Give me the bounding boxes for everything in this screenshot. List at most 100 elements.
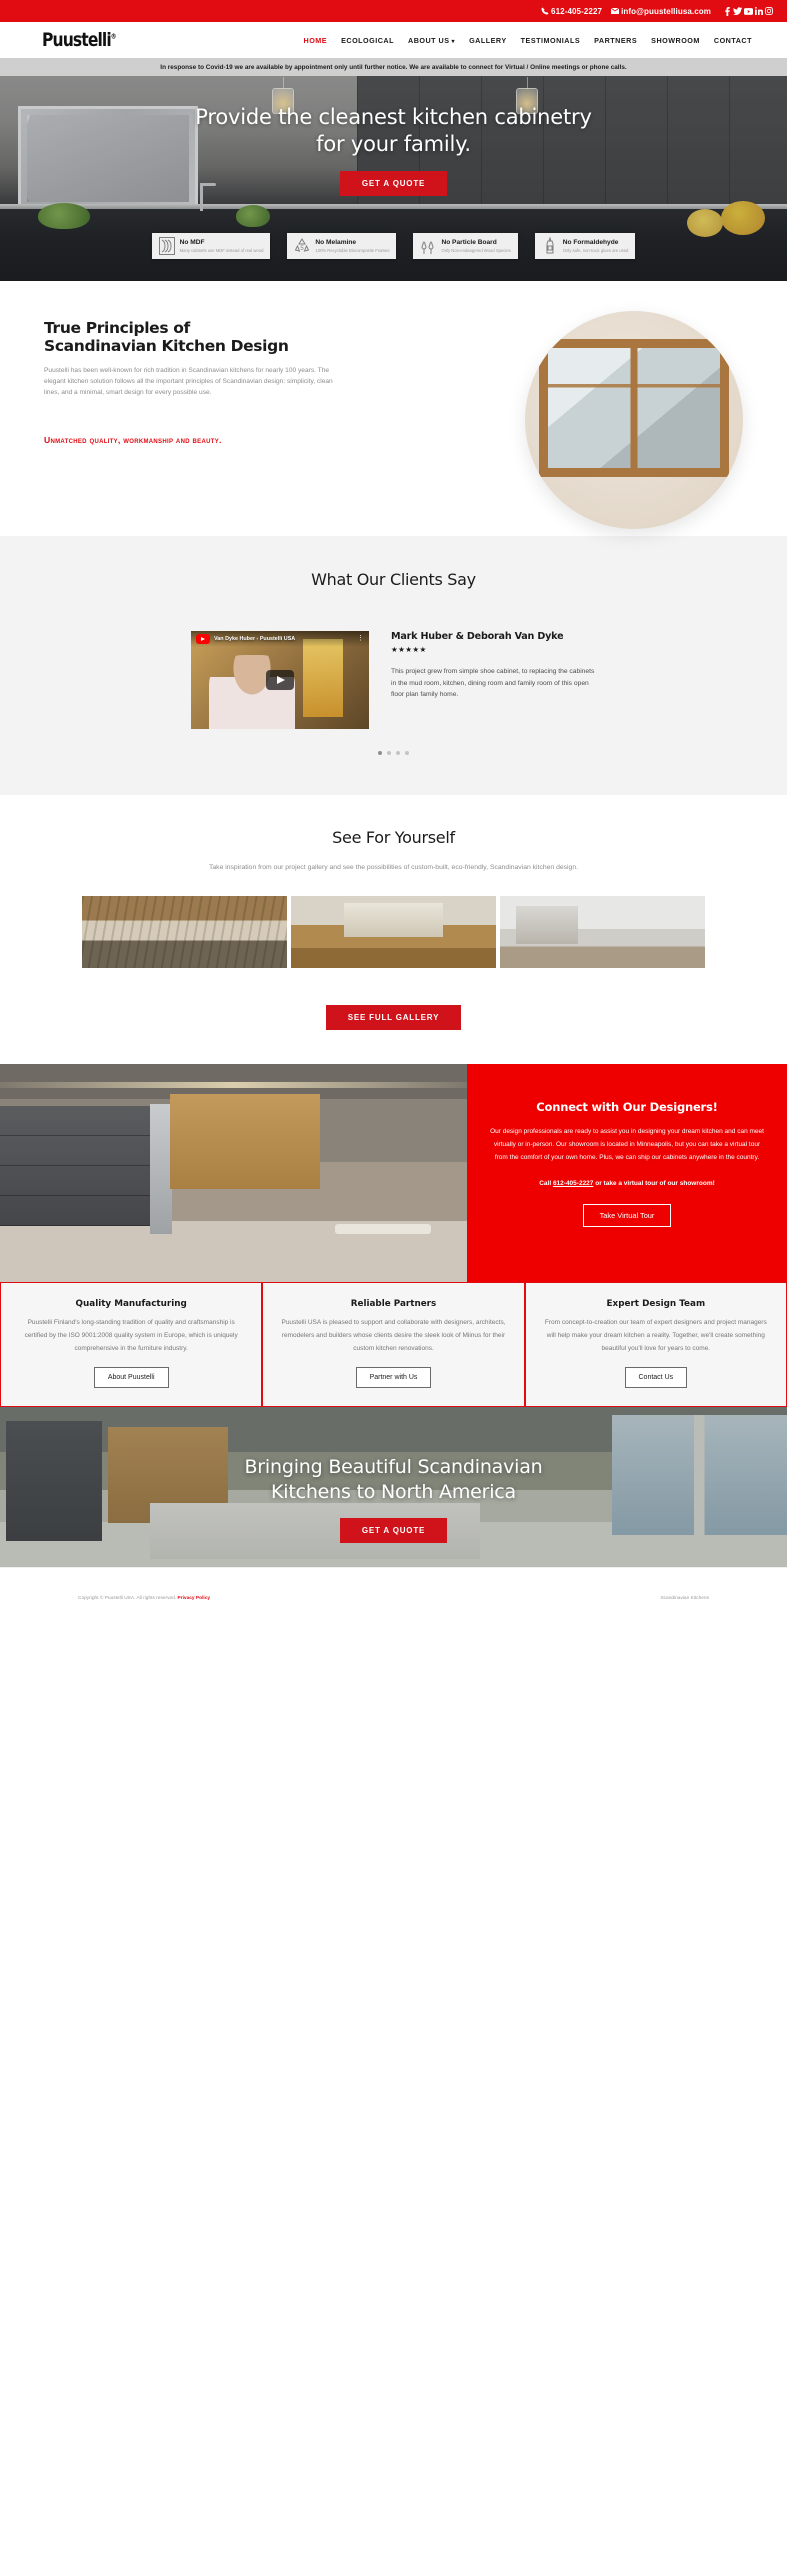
box-body: Puustelli USA is pleased to support and …: [281, 1319, 506, 1352]
call-suffix: or take a virtual tour of our showroom!: [593, 1180, 715, 1188]
facebook-icon[interactable]: [724, 6, 731, 16]
designers-heading: Connect with Our Designers!: [536, 1100, 718, 1115]
badge-no-mdf: No MDF Many cabinets use MDF instead of …: [151, 233, 271, 259]
designers-call-line: Call 612-405-2227 or take a virtual tour…: [489, 1177, 765, 1190]
phone-number: 612-405-2227: [551, 6, 603, 16]
carousel-dot-3[interactable]: [396, 751, 400, 755]
email-link[interactable]: info@puustelliusa.com: [611, 7, 711, 16]
gallery-subtitle: Take inspiration from our project galler…: [209, 864, 578, 871]
nav-item-gallery[interactable]: GALLERY: [469, 36, 507, 45]
designers-section: Connect with Our Designers! Our design p…: [0, 1064, 787, 1283]
designers-dining-table: [335, 1224, 431, 1235]
carousel-dot-2[interactable]: [387, 751, 391, 755]
bottom-get-a-quote-button[interactable]: GET A QUOTE: [339, 1517, 448, 1543]
youtube-logo-icon: [196, 634, 210, 644]
recycle-5-icon: 5: [295, 238, 310, 252]
logo-registered-mark: ®: [110, 32, 117, 41]
video-titlebar: Van Dyke Huber - Puustelli USA ⋮: [191, 631, 369, 647]
site-footer: Copyright © Puustelli USA. All rights re…: [0, 1567, 787, 1636]
bottom-banner-content: Bringing Beautiful Scandinavian Kitchens…: [0, 1455, 787, 1543]
feature-box-reliable-partners: Reliable Partners Puustelli USA is pleas…: [263, 1283, 524, 1407]
principles-circle-image: [525, 311, 743, 529]
gallery-title: See For Yourself: [332, 828, 455, 847]
designers-dark-cabinets: [0, 1106, 150, 1227]
designers-refrigerator: [150, 1104, 172, 1235]
designers-body: Our design professionals are ready to as…: [490, 1128, 764, 1162]
phone-link[interactable]: 612-405-2227: [541, 7, 602, 16]
carousel-dot-4[interactable]: [405, 751, 409, 755]
see-full-gallery-button[interactable]: SEE FULL GALLERY: [325, 1005, 462, 1031]
badge-subtitle: Only Non-endangered Wood Species: [441, 247, 511, 253]
testimonial-video[interactable]: Van Dyke Huber - Puustelli USA ⋮: [191, 631, 369, 729]
badge-title: No MDF: [179, 239, 205, 247]
badge-no-particle-board: No Particle Board Only Non-endangered Wo…: [413, 233, 518, 259]
take-virtual-tour-button[interactable]: Take Virtual Tour: [582, 1204, 672, 1228]
phone-icon: [541, 7, 549, 15]
linkedin-icon[interactable]: [755, 7, 763, 15]
testimonial-rating-stars: ★★★★★: [391, 645, 427, 654]
bottom-heading-line2: Kitchens to North America: [270, 1480, 516, 1503]
nav-item-ecological[interactable]: ECOLOGICAL: [341, 36, 394, 45]
box-title: Expert Design Team: [606, 1299, 706, 1310]
footer-tagline: Scandinavian Kitchens: [660, 1596, 709, 1602]
nav-item-showroom[interactable]: SHOWROOM: [651, 36, 700, 45]
feature-box-quality-manufacturing: Quality Manufacturing Puustelli Finland'…: [1, 1283, 262, 1407]
principles-tagline: Unmatched quality, workmanship and beaut…: [44, 434, 222, 445]
twitter-icon[interactable]: [733, 7, 742, 15]
contact-us-button[interactable]: Contact Us: [624, 1367, 688, 1389]
nav-item-testimonials[interactable]: TESTIMONIALS: [521, 36, 581, 45]
badge-no-formaldehyde: No Formaldehyde Only safe, non-toxic glu…: [534, 233, 636, 259]
video-menu-icon[interactable]: ⋮: [357, 635, 364, 642]
nav-item-partners[interactable]: PARTNERS: [594, 36, 637, 45]
wooden-cabinet-image: [539, 339, 729, 477]
nav-item-home[interactable]: HOME: [304, 36, 328, 45]
top-utility-bar: 612-405-2227 info@puustelliusa.com: [0, 0, 787, 22]
email-address: info@puustelliusa.com: [621, 6, 711, 16]
badge-subtitle: Many cabinets use MDF instead of real wo…: [179, 247, 264, 253]
video-play-button[interactable]: [266, 670, 294, 690]
principles-heading-line1: True Principles of: [44, 319, 190, 337]
youtube-icon[interactable]: [744, 7, 753, 15]
principles-heading: True Principles of Scandinavian Kitchen …: [44, 319, 349, 356]
gallery-image-white-kitchen[interactable]: [500, 896, 705, 969]
box-body: Puustelli Finland's long-standing tradit…: [24, 1319, 238, 1352]
video-background-light: [303, 639, 343, 717]
gallery-cta-wrap: SEE FULL GALLERY: [0, 992, 787, 1031]
testimonial-content: Mark Huber & Deborah Van Dyke ★★★★★ This…: [391, 631, 596, 729]
gallery-thumbnails: [0, 896, 787, 969]
footer-copyright: Copyright © Puustelli USA. All rights re…: [78, 1596, 210, 1601]
partner-with-us-button[interactable]: Partner with Us: [355, 1367, 432, 1389]
nav-item-contact[interactable]: CONTACT: [714, 36, 752, 45]
principles-image-area: [349, 311, 743, 536]
covid-notice-bar: In response to Covid-19 we are available…: [0, 58, 787, 76]
principles-section: True Principles of Scandinavian Kitchen …: [0, 281, 787, 536]
testimonial-quote: This project grew from simple shoe cabin…: [391, 668, 595, 699]
designers-phone-link[interactable]: 612-405-2227: [553, 1180, 593, 1187]
gallery-image-wood-ceiling[interactable]: [82, 896, 287, 969]
nav-item-about-us[interactable]: ABOUT US ▾: [408, 36, 455, 45]
feature-boxes: Quality Manufacturing Puustelli Finland'…: [0, 1282, 787, 1408]
badge-subtitle: 100% Recyclable Biocomposite Frames: [315, 247, 390, 253]
gallery-section: See For Yourself Take inspiration from o…: [0, 795, 787, 1065]
carousel-dot-1[interactable]: [378, 751, 382, 755]
hero-content: Provide the cleanest kitchen cabinetry f…: [0, 104, 787, 196]
video-person: [209, 655, 295, 729]
feature-box-expert-design-team: Expert Design Team From concept-to-creat…: [525, 1283, 786, 1407]
designers-wood-cabinets: [170, 1094, 320, 1190]
bottom-banner-section: Bringing Beautiful Scandinavian Kitchens…: [0, 1407, 787, 1568]
testimonial-author: Mark Huber & Deborah Van Dyke: [391, 631, 564, 642]
hero-get-a-quote-button[interactable]: GET A QUOTE: [339, 170, 448, 196]
svg-text:5: 5: [301, 246, 305, 252]
gallery-image-kitchen-range[interactable]: [291, 896, 496, 969]
call-prefix: Call: [539, 1180, 553, 1188]
site-logo[interactable]: Puustelli®: [42, 29, 117, 51]
box-body: From concept-to-creation our team of exp…: [544, 1319, 767, 1352]
about-puustelli-button[interactable]: About Puustelli: [93, 1367, 169, 1389]
copyright-text: Copyright © Puustelli USA. All rights re…: [78, 1596, 177, 1602]
instagram-icon[interactable]: [765, 7, 773, 15]
wood-grain-icon: [158, 237, 175, 255]
privacy-policy-link[interactable]: Privacy Policy: [178, 1596, 211, 1601]
testimonials-section: What Our Clients Say Van Dyke Huber - Pu…: [0, 536, 787, 795]
main-navbar: Puustelli® HOME ECOLOGICAL ABOUT US ▾ GAL…: [0, 22, 787, 58]
badge-no-melamine: 5 No Melamine 100% Recyclable Biocomposi…: [287, 233, 397, 259]
